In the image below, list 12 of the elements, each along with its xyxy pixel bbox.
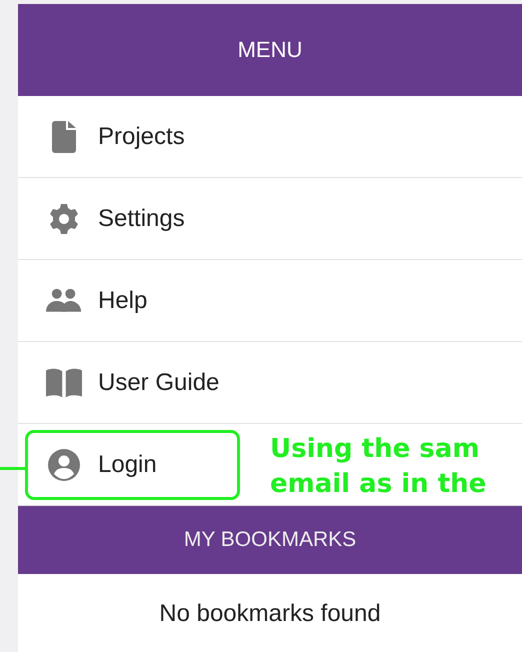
empty-message: No bookmarks found — [159, 600, 381, 627]
menu-title: MENU — [238, 37, 302, 63]
annotation-text: Using the sam email as in the — [270, 433, 486, 501]
book-icon — [46, 366, 82, 398]
leader-line — [0, 467, 25, 470]
section-title: MY BOOKMARKS — [184, 528, 356, 552]
user-icon — [46, 448, 82, 480]
menu-item[interactable]: User Guide — [25, 348, 240, 418]
menu-item[interactable]: Settings — [25, 184, 240, 254]
menu-item[interactable]: Help — [25, 266, 240, 336]
menu-item[interactable]: Login — [25, 430, 240, 500]
menu-item[interactable]: Projects — [25, 102, 240, 172]
